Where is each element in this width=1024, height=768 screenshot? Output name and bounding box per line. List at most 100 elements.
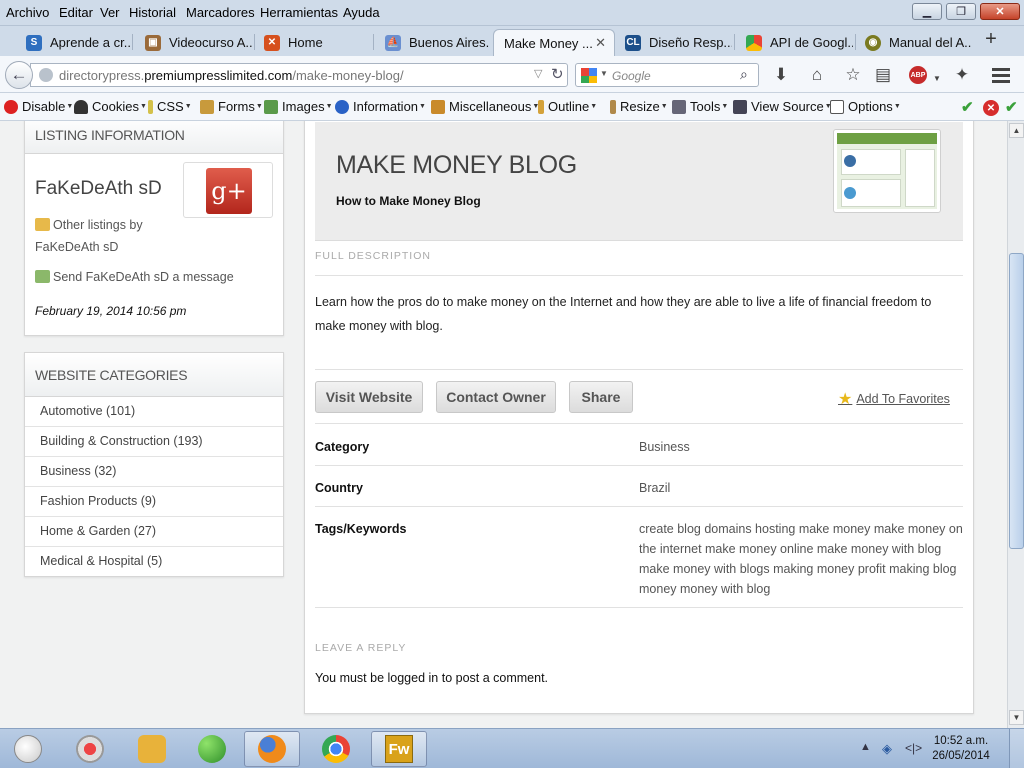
categories-list: Automotive (101) Building & Construction… (25, 397, 283, 577)
restore-button[interactable]: ❐ (946, 3, 976, 20)
dev-options-menu[interactable]: Options ▼ (830, 99, 901, 114)
taskbar-app-fireworks[interactable]: Fw (371, 731, 427, 767)
back-button[interactable]: ← (5, 61, 33, 89)
tab-api-google[interactable]: API de Googl... (738, 29, 853, 56)
dev-resize-menu[interactable]: Resize ▼ (610, 99, 668, 114)
adblock-icon[interactable]: ABP (909, 66, 927, 84)
scrollbar-thumb[interactable] (1009, 253, 1024, 549)
network-icon[interactable]: <|> (905, 741, 922, 755)
category-business[interactable]: Business (32) (25, 457, 283, 487)
search-input[interactable]: Google (612, 69, 651, 83)
dev-item-label: Forms (218, 99, 255, 114)
listing-information-card: LISTING INFORMATION FaKeDeAth sD g+ Othe… (24, 121, 284, 336)
close-tab-icon[interactable]: ✕ (595, 35, 606, 51)
scroll-down-arrow-icon[interactable]: ▼ (1009, 710, 1024, 725)
bookmarks-menu-icon[interactable]: ▤ (872, 66, 894, 84)
dropbox-icon[interactable]: ◈ (882, 741, 892, 757)
vertical-scrollbar[interactable]: ▲ ▼ (1007, 121, 1024, 728)
tab-aprende[interactable]: S Aprende a cr... (18, 29, 130, 56)
menu-editar[interactable]: Editar (59, 5, 93, 20)
close-window-button[interactable]: ✕ (980, 3, 1020, 20)
send-message-link[interactable]: Send FaKeDeAth sD a message (35, 266, 234, 288)
tab-home[interactable]: ✕ Home (256, 29, 371, 56)
dev-information-menu[interactable]: Information ▼ (335, 99, 426, 114)
minimize-button[interactable]: ▁ (912, 3, 942, 20)
tab-diseno[interactable]: CL Diseño Resp... (617, 29, 732, 56)
website-thumbnail[interactable] (833, 129, 941, 213)
tab-label: Manual del A... (889, 35, 972, 50)
menu-marcadores[interactable]: Marcadores (186, 5, 255, 20)
menu-ver[interactable]: Ver (100, 5, 120, 20)
google-plus-button[interactable]: g+ (183, 162, 273, 218)
show-desktop-button[interactable] (1009, 729, 1024, 768)
checkmark-icon[interactable]: ✔ (961, 98, 974, 116)
menu-herramientas[interactable]: Herramientas (260, 5, 338, 20)
outline-pencil-icon (538, 99, 544, 114)
detail-value-tags[interactable]: create blog domains hosting make money m… (639, 519, 965, 599)
extension-icon[interactable]: ✦ (951, 66, 973, 84)
login-required-notice: You must be logged in to post a comment. (315, 671, 549, 685)
download-icon[interactable]: ⬇ (770, 66, 792, 84)
menu-icon[interactable] (992, 68, 1010, 86)
system-clock[interactable]: 10:52 a.m. 26/05/2014 (926, 734, 996, 764)
user-message-icon (35, 270, 50, 283)
taskbar-app-speedometer[interactable] (62, 731, 118, 767)
error-icon[interactable]: ✕ (983, 100, 999, 116)
tab-separator (254, 34, 255, 50)
home-icon[interactable]: ⌂ (806, 66, 828, 84)
google-logo-icon (581, 68, 597, 83)
dev-cookies-menu[interactable]: Cookies ▼ (74, 99, 147, 114)
search-bar[interactable]: ▼ Google ⌕ (575, 63, 759, 87)
category-automotive[interactable]: Automotive (101) (25, 397, 283, 427)
menu-ayuda[interactable]: Ayuda (343, 5, 380, 20)
bookmark-star-icon[interactable]: ☆ (842, 66, 864, 84)
url-text[interactable]: directorypress.premiumpresslimited.com/m… (59, 68, 404, 83)
search-engine-dropdown-icon[interactable]: ▼ (600, 69, 608, 78)
tab-buenos-aires[interactable]: ⛵ Buenos Aires... (377, 29, 490, 56)
url-bar[interactable]: directorypress.premiumpresslimited.com/m… (30, 63, 568, 87)
images-icon (264, 99, 278, 114)
menu-archivo[interactable]: Archivo (6, 5, 49, 20)
menu-historial[interactable]: Historial (129, 5, 176, 20)
detail-value-category[interactable]: Business (639, 437, 965, 457)
taskbar-app-clover[interactable] (184, 731, 240, 767)
taskbar-app-chrome[interactable] (308, 731, 364, 767)
information-icon (335, 99, 349, 114)
category-medical-hospital[interactable]: Medical & Hospital (5) (25, 547, 283, 577)
tab-make-money[interactable]: Make Money ... ✕ (493, 29, 615, 56)
adblock-dropdown-icon[interactable]: ▼ (926, 70, 948, 88)
search-icon[interactable]: ⌕ (740, 66, 748, 83)
share-button[interactable]: Share (569, 381, 633, 413)
dev-forms-menu[interactable]: Forms ▼ (200, 99, 263, 114)
dev-view-source-menu[interactable]: View Source ▼ (733, 99, 832, 114)
dev-outline-menu[interactable]: Outline ▼ (538, 99, 597, 114)
url-dropdown-icon[interactable]: ▽ (534, 67, 542, 80)
category-fashion-products[interactable]: Fashion Products (9) (25, 487, 283, 517)
dev-tools-menu[interactable]: Tools ▼ (672, 99, 728, 114)
show-hidden-icons[interactable]: ▲ (860, 741, 871, 753)
taskbar-app-tools[interactable] (124, 731, 180, 767)
cl-icon: CL (625, 34, 641, 51)
dev-disable-menu[interactable]: Disable ▼ (4, 99, 73, 114)
category-home-garden[interactable]: Home & Garden (27) (25, 517, 283, 547)
scroll-up-arrow-icon[interactable]: ▲ (1009, 123, 1024, 138)
checkmark-icon[interactable]: ✔ (1005, 98, 1018, 116)
add-to-favorites-link[interactable]: ★ Add To Favorites (838, 389, 950, 409)
tab-label: Buenos Aires... (409, 35, 490, 50)
new-tab-button[interactable]: + (980, 28, 1002, 51)
tab-videocurso[interactable]: ▣ Videocurso A... (137, 29, 252, 56)
divider (315, 423, 963, 424)
leave-reply-label: LEAVE A REPLY (315, 642, 407, 654)
tab-bar: S Aprende a cr... ▣ Videocurso A... ✕ Ho… (0, 26, 1024, 56)
contact-owner-button[interactable]: Contact Owner (436, 381, 556, 413)
dev-miscellaneous-menu[interactable]: Miscellaneous ▼ (431, 99, 539, 114)
dev-images-menu[interactable]: Images ▼ (264, 99, 333, 114)
reload-icon[interactable]: ↻ (551, 65, 564, 83)
category-building-construction[interactable]: Building & Construction (193) (25, 427, 283, 457)
taskbar-app-firefox[interactable] (244, 731, 300, 767)
start-button[interactable] (0, 731, 56, 767)
other-listings-link[interactable]: Other listings by FaKeDeAth sD (35, 214, 143, 258)
dev-css-menu[interactable]: CSS ▼ (148, 99, 192, 114)
visit-website-button[interactable]: Visit Website (315, 381, 423, 413)
tab-manual[interactable]: ◉ Manual del A... (857, 29, 972, 56)
